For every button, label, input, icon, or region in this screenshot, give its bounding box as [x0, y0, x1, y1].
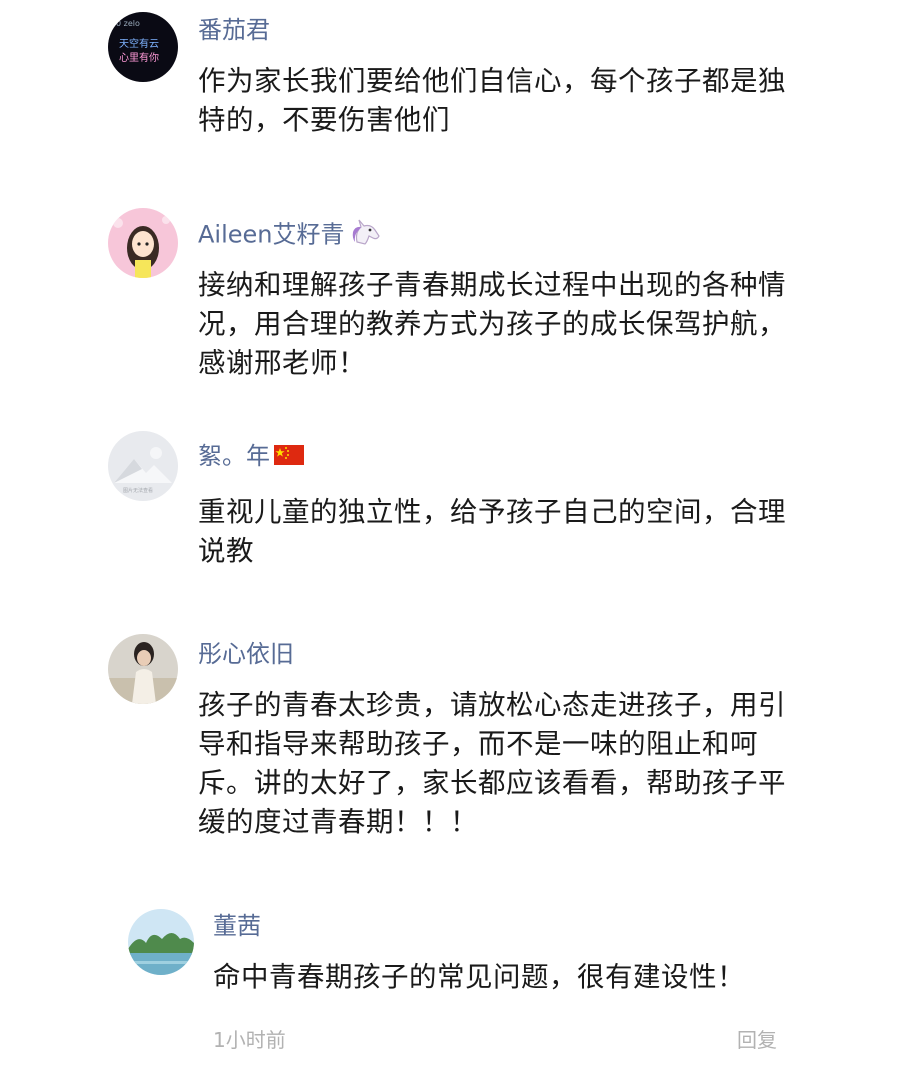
avatar-caption: 图片无法查看: [123, 487, 153, 494]
comment-text: 接纳和理解孩子青春期成长过程中出现的各种情况，用合理的教养方式为孩子的成长保驾护…: [198, 269, 786, 379]
replier-name[interactable]: 董茜: [213, 911, 261, 941]
girl-photo-avatar-icon: [108, 634, 178, 704]
commenter-name[interactable]: 番茄君: [198, 15, 270, 45]
commenter-name-text: 絮。年: [198, 442, 270, 470]
unicorn-emoji-icon: [349, 218, 383, 253]
reply-timestamp: 1小时前: [213, 1028, 286, 1052]
avatar[interactable]: [108, 634, 178, 704]
commenter-name[interactable]: 彤心依旧: [198, 639, 294, 669]
avatar[interactable]: [128, 909, 194, 975]
avatar-line-2: 心里有你: [119, 51, 159, 64]
avatar[interactable]: 0 zelo 天空有云 心里有你: [108, 12, 178, 82]
comment-text: 孩子的青春太珍贵，请放松心态走进孩子，用引导和指导来帮助孩子，而不是一味的阻止和…: [198, 689, 786, 838]
avatar[interactable]: [108, 208, 178, 278]
commenter-name[interactable]: 絮。年: [198, 441, 304, 472]
commenter-name[interactable]: Aileen艾籽青: [198, 218, 383, 253]
commenter-name-text: Aileen艾籽青: [198, 220, 345, 249]
comment-text: 作为家长我们要给他们自信心，每个孩子都是独特的，不要伤害他们: [198, 65, 786, 136]
placeholder-mountain-avatar-icon: 图片无法查看: [108, 431, 178, 501]
landscape-lake-avatar-icon: [128, 909, 194, 975]
avatar-top-text: 0 zelo: [116, 19, 140, 28]
cartoon-girl-avatar-icon: [108, 208, 178, 278]
reply-text: 命中青春期孩子的常见问题，很有建设性！: [213, 961, 745, 993]
night-sky-text-avatar-icon: 0 zelo 天空有云 心里有你: [108, 12, 178, 82]
comment-text: 重视儿童的独立性，给予孩子自己的空间，合理说教: [198, 496, 786, 567]
avatar-line-1: 天空有云: [119, 37, 159, 50]
avatar[interactable]: 图片无法查看: [108, 431, 178, 501]
reply-button[interactable]: 回复: [737, 1024, 777, 1053]
china-flag-emoji-icon: [274, 442, 304, 472]
